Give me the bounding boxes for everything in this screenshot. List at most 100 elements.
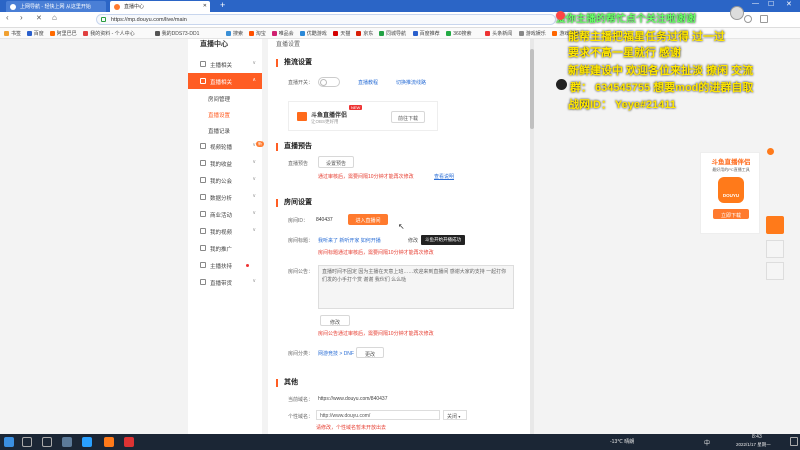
edit-notice-button[interactable]: 修改 — [320, 315, 350, 326]
push-settings-title: 推流设置 — [276, 59, 312, 67]
clock-time: 8:43 — [752, 434, 762, 440]
bookmark-item[interactable]: 天猫 — [333, 30, 350, 37]
bookmark-label: 阿里巴巴 — [56, 31, 77, 37]
sidebar-item[interactable]: 直播带货 ∨ — [188, 274, 262, 290]
bookmark-label: 搜索 — [233, 31, 244, 37]
douyu-app-taskbar-icon[interactable] — [104, 437, 114, 447]
bookmark-item[interactable]: 阿里巴巴 — [49, 30, 77, 37]
live-switch-toggle[interactable] — [318, 77, 340, 87]
maximize-button[interactable]: ☐ — [768, 0, 774, 8]
custom-domain-input[interactable]: http://www.douyu.com/ — [316, 410, 440, 420]
change-category-button[interactable]: 更改 — [356, 347, 384, 358]
sidebar-item[interactable]: 房间管理 — [188, 90, 262, 106]
bookmark-item[interactable]: 同城导航 — [379, 30, 406, 37]
bookmark-item[interactable]: 头条新闻 — [485, 30, 512, 37]
preview-title: 直播预告 — [276, 143, 312, 151]
fullscreen-icon[interactable] — [766, 262, 784, 280]
bookmark-label: 360搜索 — [453, 31, 472, 37]
home-side-icon[interactable] — [766, 240, 784, 258]
switch-line-link[interactable]: 切换推流线路 — [396, 79, 426, 86]
bookmark-item[interactable]: 我的资料 - 个人中心 — [83, 30, 135, 37]
play-icon[interactable] — [766, 216, 784, 234]
ime-indicator[interactable]: 中 — [704, 438, 710, 447]
sidebar-item[interactable]: 我的收益 ∨ — [188, 155, 262, 171]
sidebar-item[interactable]: 商业活动 ∨ — [188, 206, 262, 222]
bookmark-label: 天猫 — [340, 31, 351, 37]
obs-icon[interactable] — [124, 437, 134, 447]
forward-button[interactable]: › — [20, 13, 23, 22]
tab-live-center[interactable]: 直播中心 ✕ — [110, 1, 210, 12]
explorer-icon[interactable] — [62, 437, 72, 447]
bookmark-icon — [271, 31, 277, 36]
tutorial-link[interactable]: 直播教程 — [358, 79, 378, 86]
chevron-icon: ∨ — [252, 176, 256, 182]
bookmark-item[interactable]: 百度 — [26, 30, 44, 37]
menu-icon[interactable] — [744, 15, 752, 23]
bookmark-item[interactable]: 书签 — [4, 30, 21, 37]
bookmark-icon — [412, 31, 418, 36]
search-icon[interactable] — [22, 437, 32, 447]
bookmark-label: 淘宝 — [255, 31, 266, 37]
sidebar-item[interactable]: 我的公会 ∨ — [188, 172, 262, 188]
bookmark-icon — [4, 31, 9, 36]
title-warning: 房间标题通过审核后，需要间隔10分钟才能再次修改 — [318, 250, 434, 256]
download-button[interactable]: 前往下载 — [391, 111, 425, 123]
sidebar-item[interactable]: 主播相关 ∨ — [188, 56, 262, 72]
sidebar-item[interactable]: 数据分析 ∨ — [188, 189, 262, 205]
bookmark-item[interactable]: 京东 — [356, 30, 373, 37]
bookmark-item[interactable]: 淘宝 — [248, 30, 266, 37]
set-preview-button[interactable]: 设置预告 — [318, 156, 354, 168]
sidebar-item-label: 主播扶持 — [210, 264, 233, 270]
bookmark-item[interactable]: 我的DDS73-DD1 — [154, 30, 199, 37]
edit-title-button[interactable]: 修改 — [408, 237, 418, 244]
ad-close-icon[interactable] — [767, 148, 774, 155]
ad-download-button[interactable]: 立即下载 — [713, 209, 749, 219]
custom-domain-label: 个性域名： — [288, 414, 314, 420]
bookmark-item[interactable]: 唯品会 — [271, 30, 294, 37]
tab-navigation[interactable]: 上网导航 - 轻快上网 从这里开始 — [6, 1, 106, 12]
bookmark-item[interactable]: 百度推荐 — [412, 30, 440, 37]
bookmark-item[interactable]: 搜索 — [226, 30, 243, 37]
custom-domain-select[interactable]: 关闭 ▾ — [443, 410, 467, 420]
enter-room-button[interactable]: 进入直播间 — [348, 214, 388, 225]
close-tab-icon[interactable]: ✕ — [203, 3, 207, 9]
companion-ad[interactable]: 斗鱼直播伴侣 最好用的PC直播工具 DOUYU 立即下载 — [700, 152, 760, 234]
stop-button[interactable]: ✕ — [36, 14, 42, 22]
bookmark-label: 京东 — [363, 31, 374, 37]
sidebar-item[interactable]: 我的视频 ∨ — [188, 223, 262, 239]
bookmark-label: 优酷游戏 — [306, 31, 327, 37]
extensions-icon[interactable] — [760, 15, 768, 23]
bookmark-label: 我的资料 - 个人中心 — [90, 31, 135, 37]
preview-help-link[interactable]: 查看说明 — [434, 173, 454, 180]
sidebar-item[interactable]: 直播设置 — [188, 106, 262, 122]
address-bar[interactable]: https://mp.douyu.com/live/main — [96, 14, 556, 25]
chevron-icon: ∨ — [252, 227, 256, 233]
scrollbar-thumb[interactable] — [530, 49, 534, 129]
companion-desc: 让OBS更好用 — [311, 119, 339, 124]
sidebar-item[interactable]: 主播扶持 — [188, 257, 262, 273]
sidebar-item[interactable]: 直播记录 — [188, 122, 262, 138]
bookmark-item[interactable]: 360搜索 — [446, 30, 472, 37]
close-window-button[interactable]: ✕ — [786, 0, 792, 8]
browser-icon[interactable] — [82, 437, 92, 447]
category-label: 房间分类： — [288, 351, 314, 357]
minimize-button[interactable]: — — [752, 0, 759, 7]
sidebar-item[interactable]: 视频轮播 ∨ 新 — [188, 138, 264, 154]
new-tab-button[interactable]: + — [220, 0, 225, 10]
task-view-icon[interactable] — [42, 437, 52, 447]
notice-textarea[interactable]: 直播时间不固定 因为主播在天意上班……欢迎来到直播间 感谢大家的支持 一起打你们… — [318, 265, 514, 309]
switch-label: 直播开关： — [288, 80, 314, 86]
home-button[interactable]: ⌂ — [52, 13, 57, 22]
main-panel: 直播设置 推流设置 直播开关： 直播教程 切换推流线路 斗鱼直播伴侣 NEW 让… — [268, 39, 530, 434]
bookmark-icon — [248, 31, 254, 36]
windows-start-icon[interactable] — [4, 437, 14, 447]
bookmark-item[interactable]: 优酷游戏 — [299, 30, 327, 37]
bookmark-item[interactable]: 游戏娱乐 — [518, 30, 546, 37]
sidebar-item-label: 直播带货 — [210, 281, 233, 287]
back-button[interactable]: ‹ — [6, 13, 9, 22]
scrollbar-track[interactable] — [530, 39, 534, 434]
sidebar-item[interactable]: 我的推广 — [188, 240, 262, 256]
notification-icon[interactable] — [790, 437, 798, 446]
sidebar-item[interactable]: 直播相关 ∧ — [188, 73, 262, 89]
sidebar-item-icon — [200, 228, 206, 234]
